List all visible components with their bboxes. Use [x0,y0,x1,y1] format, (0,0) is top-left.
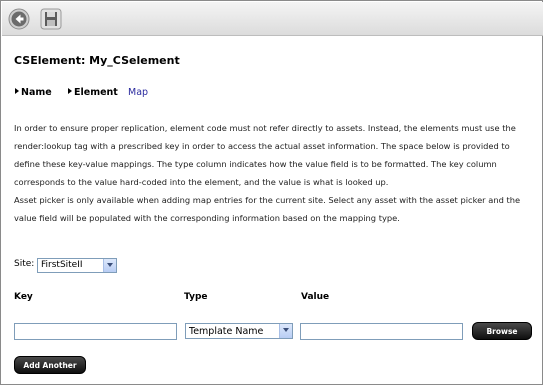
tab-map-label: Map [128,87,149,98]
chevron-down-icon[interactable] [279,324,292,338]
type-column-header: Type [184,292,208,302]
value-input[interactable] [300,323,463,340]
description-line: render:lookup tag with a prescribed key … [14,141,510,151]
description-line: In order to ensure proper replication, e… [14,123,516,133]
key-column-header: Key [14,292,33,302]
value-column-header: Value [301,292,330,302]
window-frame: CSElement: My_CSelement Name Element Map… [0,0,543,385]
type-select[interactable]: Template Name [185,323,293,339]
tab-map[interactable]: Map [128,87,148,98]
tab-element-label: Element [74,87,118,98]
page-title: CSElement: My_CSelement [14,54,180,67]
type-select-value: Template Name [189,326,264,337]
caret-right-icon [68,88,72,94]
chevron-down-icon[interactable] [103,259,116,272]
toolbar [2,2,543,36]
caret-right-icon [15,88,19,94]
description-line: value field will be populated with the c… [14,213,400,223]
key-input[interactable] [14,323,177,340]
description-text: In order to ensure proper replication, e… [14,119,534,227]
site-select[interactable]: FirstSiteII [37,258,117,273]
description-line: define these key-value mappings. The typ… [14,159,497,169]
save-disk-icon[interactable] [40,8,62,30]
tab-element[interactable]: Element [68,87,118,98]
tab-name-label: Name [21,87,52,98]
back-arrow-icon[interactable] [8,8,30,30]
site-select-value: FirstSiteII [41,260,83,270]
description-line: Asset picker is only available when addi… [14,195,521,205]
site-label: Site: [14,259,35,269]
add-another-button[interactable]: Add Another [14,356,86,374]
browse-button[interactable]: Browse [472,322,532,340]
tab-name[interactable]: Name [15,87,52,98]
description-line: corresponds to the value hard-coded into… [14,177,389,187]
